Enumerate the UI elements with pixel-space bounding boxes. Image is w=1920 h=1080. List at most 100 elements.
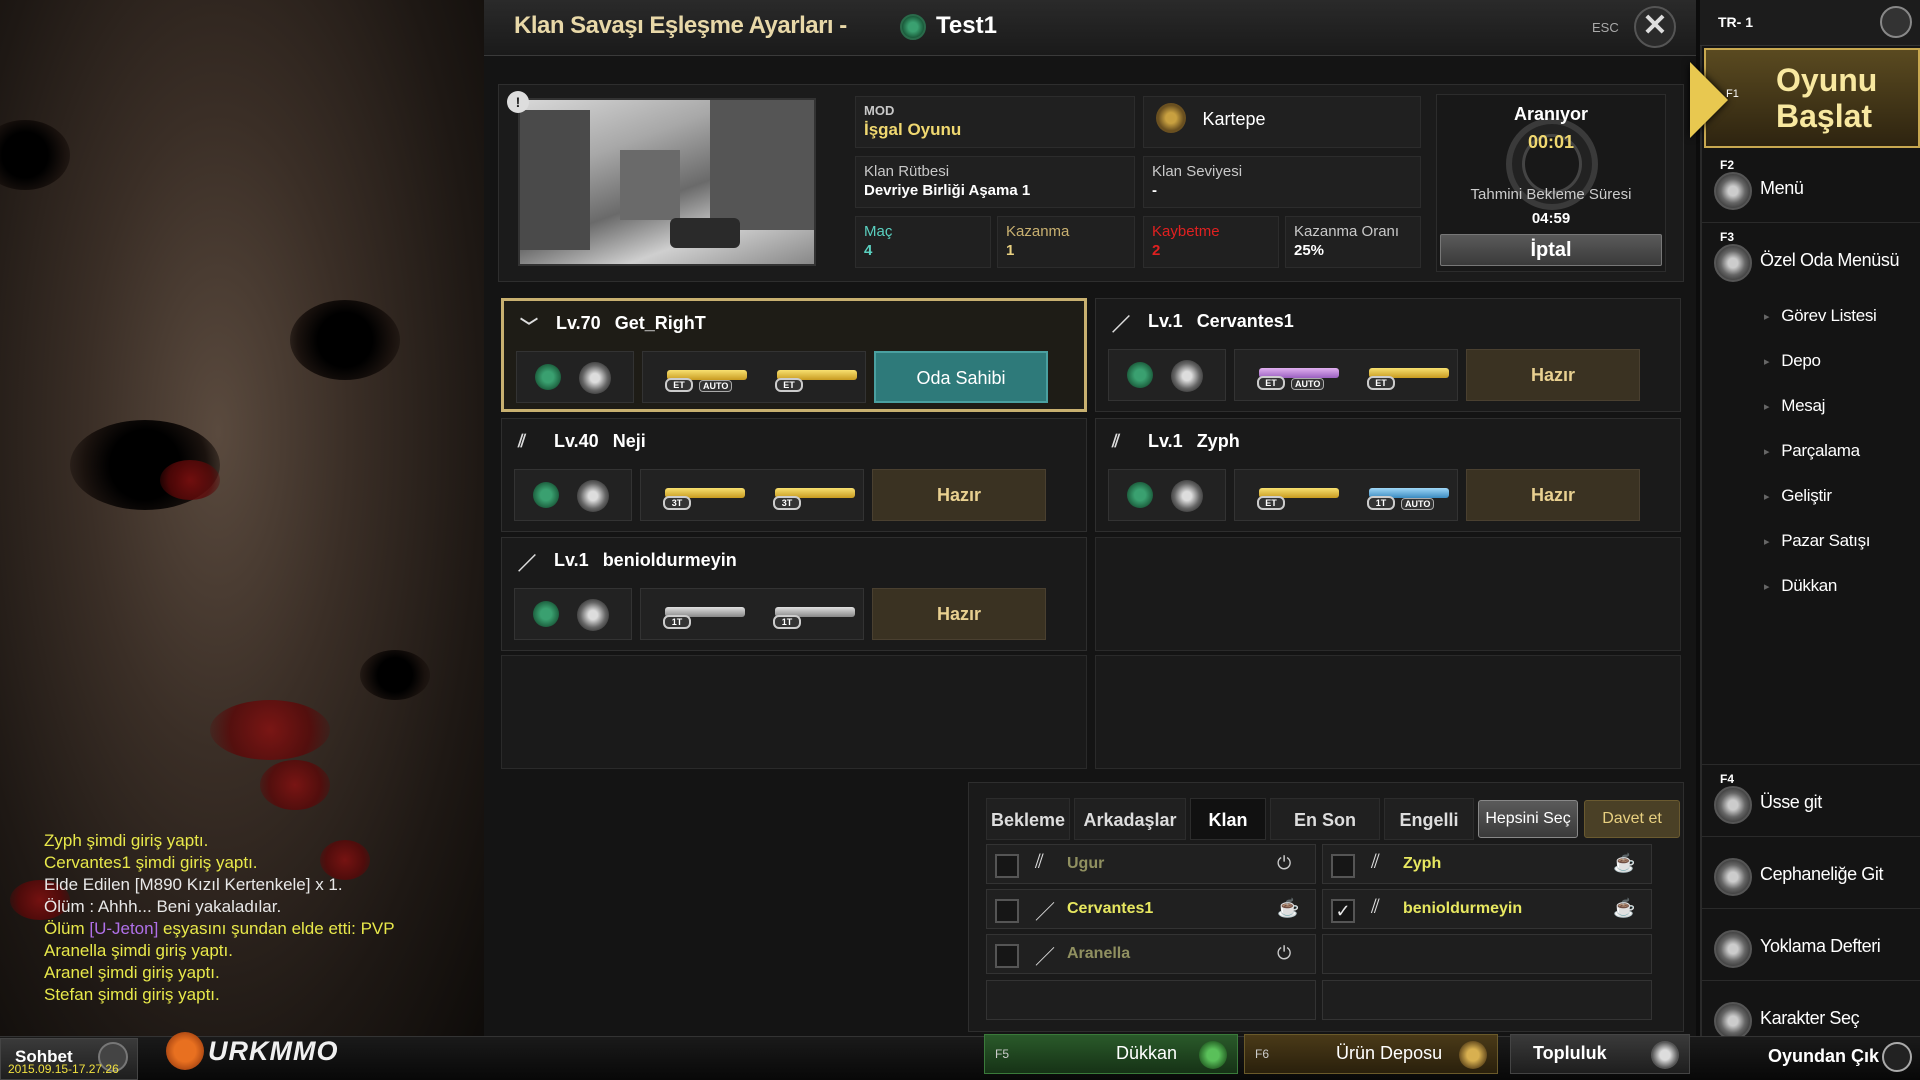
friend-row[interactable]: ／ Cervantes1 ☕ [986, 889, 1316, 929]
clan-level-value: - [1152, 182, 1157, 199]
shop-button[interactable]: F5 Dükkan [984, 1034, 1238, 1074]
weapon-tier: ET [1257, 496, 1285, 510]
submenu-item[interactable]: ▸ Mesaj [1764, 396, 1825, 416]
esc-hint: ESC [1592, 20, 1619, 35]
friend-tab[interactable]: Klan [1190, 798, 1266, 840]
friend-checkbox[interactable]: ✓ [1331, 899, 1355, 923]
online-status-icon: ☕ [1277, 898, 1300, 918]
rank-insignia-icon: ／ [518, 554, 536, 575]
bullet-icon: ▸ [1764, 311, 1770, 324]
player-status: Oda Sahibi [874, 351, 1048, 403]
server-settings-icon[interactable] [1880, 6, 1912, 38]
rank-insignia-icon: ／ [1112, 315, 1130, 336]
invite-button[interactable]: Davet et [1584, 800, 1680, 838]
map-cell[interactable]: Kartepe [1143, 96, 1421, 148]
go-to-armory-button[interactable]: Cephaneliğe Git [1706, 844, 1916, 904]
item-depot-button[interactable]: F6 Ürün Deposu [1244, 1034, 1498, 1074]
select-character-button[interactable]: Karakter Seç [1706, 988, 1916, 1040]
community-button[interactable]: Topluluk [1510, 1034, 1690, 1074]
friend-tab[interactable]: En Son [1270, 798, 1380, 840]
weapon-tier: 3T [663, 496, 691, 510]
win-rate-cell: Kazanma Oranı 25% [1285, 216, 1421, 268]
submenu-item[interactable]: ▸ Görev Listesi [1764, 306, 1877, 326]
friend-checkbox[interactable] [995, 944, 1019, 968]
online-status-icon: ☕ [1613, 898, 1636, 918]
player-level: Lv.1 [1148, 431, 1183, 451]
weapon-icon: ET [771, 364, 861, 392]
empty-slot[interactable] [1095, 655, 1681, 769]
mode-key: MOD [864, 103, 895, 118]
empty-slot[interactable] [1095, 537, 1681, 651]
player-level: Lv.70 [556, 313, 601, 333]
clan-emblem-icon [533, 482, 559, 508]
weapon-tier: 1T [773, 615, 801, 629]
clan-emblem-icon [533, 601, 559, 627]
map-name: Kartepe [1202, 109, 1266, 130]
weapon-icon: 1T [769, 601, 859, 629]
select-character-label: Karakter Seç [1760, 1008, 1860, 1028]
friend-row[interactable]: ／ Aranella ⏻ [986, 934, 1316, 974]
info-icon[interactable]: ! [507, 91, 529, 113]
player-emblems [514, 588, 632, 640]
submenu-item[interactable]: ▸ Geliştir [1764, 486, 1832, 506]
player-status: Hazır [1466, 349, 1640, 401]
player-status: Hazır [1466, 469, 1640, 521]
friend-tab[interactable]: Engelli [1384, 798, 1474, 840]
attendance-button[interactable]: Yoklama Defteri [1706, 916, 1916, 976]
friend-row[interactable]: ⫽ Ugur ⏻ [986, 844, 1316, 884]
weapon-icon: ET AUTO [661, 364, 751, 392]
friend-checkbox[interactable] [995, 854, 1019, 878]
submenu-item[interactable]: ▸ Depo [1764, 351, 1821, 371]
win-rate-key: Kazanma Oranı [1294, 223, 1400, 240]
player-slot[interactable]: ⫽ Lv.40 Neji 3T 3T Hazır [501, 418, 1087, 532]
quit-game-label[interactable]: Oyundan Çık [1768, 1046, 1879, 1067]
empty-slot[interactable] [501, 655, 1087, 769]
submenu-label: Geliştir [1781, 486, 1832, 505]
select-all-button[interactable]: Hepsini Seç [1478, 800, 1578, 838]
rank-insignia-icon: ⫽ [1035, 851, 1044, 873]
rank-insignia-icon: ⫽ [1371, 896, 1380, 918]
go-to-base-label: Üsse git [1760, 792, 1822, 812]
submenu-item[interactable]: ▸ Pazar Satışı [1764, 531, 1871, 551]
submenu-item[interactable]: ▸ Parçalama [1764, 441, 1860, 461]
weapon-icon: 1T AUTO [1363, 482, 1453, 510]
friend-name: Cervantes1 [1067, 900, 1154, 917]
player-slot[interactable]: ／ Lv.1 Cervantes1 ET AUTO ET Hazır [1095, 298, 1681, 412]
submenu-item[interactable]: ▸ Dükkan [1764, 576, 1837, 596]
weapon-tier: ET [775, 378, 803, 392]
close-button[interactable]: ✕ [1634, 6, 1676, 48]
attendance-label: Yoklama Defteri [1760, 936, 1881, 956]
player-slot[interactable]: ﹀ Lv.70 Get_RighT ET AUTO ET Oda Sahibi [501, 298, 1087, 412]
room-menu-key-hint: F3 [1720, 230, 1735, 244]
match-value: 4 [864, 242, 873, 259]
player-slot[interactable]: ／ Lv.1 benioldurmeyin 1T 1T Hazır [501, 537, 1087, 651]
clan-emblem-icon [1127, 362, 1153, 388]
go-to-base-button[interactable]: F4 Üsse git [1706, 772, 1916, 832]
menu-icon [1714, 172, 1752, 210]
bullet-icon: ▸ [1764, 491, 1770, 504]
private-room-menu-button[interactable]: F3 Özel Oda Menüsü [1706, 230, 1916, 290]
chat-message: Elde Edilen [M890 Kızıl Kertenkele] x 1. [44, 875, 343, 894]
friend-row[interactable]: ✓ ⫽ benioldurmeyin ☕ [1322, 889, 1652, 929]
win-cell: Kazanma 1 [997, 216, 1135, 268]
friend-checkbox[interactable] [1331, 854, 1355, 878]
armory-icon [1714, 858, 1752, 896]
player-slot[interactable]: ⫽ Lv.1 Zyph ET 1T AUTO Hazır [1095, 418, 1681, 532]
chat-item-link[interactable]: [U-Jeton] [85, 919, 158, 938]
match-key: Maç [864, 223, 893, 240]
weapon-icon: ET [1253, 482, 1343, 510]
friend-checkbox[interactable] [995, 899, 1019, 923]
cancel-search-button[interactable]: İptal [1440, 234, 1662, 266]
logo-icon [166, 1032, 204, 1070]
rank-badge-icon [1171, 360, 1203, 392]
private-room-icon [1714, 244, 1752, 282]
depot-label: Ürün Deposu [1336, 1043, 1443, 1063]
friend-tab[interactable]: Bekleme [986, 798, 1070, 840]
player-header: ／ Lv.1 Cervantes1 [1112, 311, 1294, 336]
friend-tab[interactable]: Arkadaşlar [1074, 798, 1186, 840]
player-weapons: ET AUTO ET [1234, 349, 1458, 401]
power-icon[interactable] [1882, 1042, 1912, 1072]
private-room-menu-label: Özel Oda Menüsü [1760, 250, 1900, 270]
friend-row[interactable]: ⫽ Zyph ☕ [1322, 844, 1652, 884]
menu-button[interactable]: F2 Menü [1706, 158, 1916, 218]
